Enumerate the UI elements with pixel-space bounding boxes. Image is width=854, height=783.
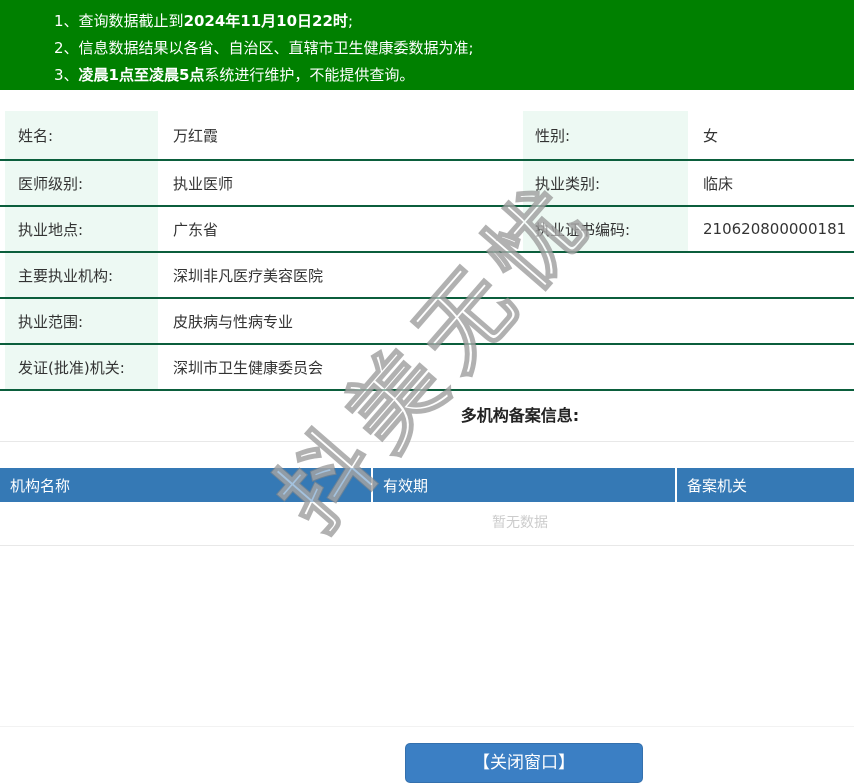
notice-banner: 1、查询数据截止到2024年11月10日22时; 2、信息数据结果以各省、自治区… — [0, 0, 854, 90]
filing-section: 多机构备案信息: — [0, 391, 854, 441]
notice-line-2: 2、信息数据结果以各省、自治区、直辖市卫生健康委数据为准; — [54, 35, 854, 62]
field-value-practice-scope: 皮肤病与性病专业 — [173, 312, 294, 331]
notice-line-3: 3、凌晨1点至凌晨5点系统进行维护，不能提供查询。 — [54, 62, 854, 89]
filing-section-title: 多机构备案信息: — [460, 406, 580, 425]
notice-number: 2、 — [54, 39, 79, 57]
field-label-practice-scope: 执业范围: — [5, 299, 158, 343]
button-row: 【关闭窗口】 — [0, 743, 854, 783]
field-label-main-institution: 主要执业机构: — [5, 253, 158, 297]
field-label-name: 姓名: — [5, 111, 158, 159]
table-row: 执业地点: 广东省 执业证书编码: 210620800000181 — [0, 207, 854, 253]
no-data-text: 暂无数据 — [492, 515, 548, 531]
column-header-institution-name: 机构名称 — [0, 468, 371, 502]
notice-text: 信息数据结果以各省、自治区、直辖市卫生健康委数据为准; — [78, 39, 474, 57]
field-label-practice-category: 执业类别: — [523, 161, 688, 205]
filing-table-header: 机构名称 有效期 备案机关 — [0, 468, 854, 502]
field-value-issuing-authority: 深圳市卫生健康委员会 — [173, 358, 324, 377]
field-label-issuing-authority: 发证(批准)机关: — [5, 345, 158, 389]
notice-line-1: 1、查询数据截止到2024年11月10日22时; — [54, 8, 854, 35]
field-label-doctor-level: 医师级别: — [5, 161, 158, 205]
notice-text: ; — [347, 12, 353, 30]
column-header-validity-period: 有效期 — [373, 468, 675, 502]
table-row: 主要执业机构: 深圳非凡医疗美容医院 — [0, 253, 854, 299]
field-value-gender: 女 — [703, 126, 719, 145]
field-value-doctor-level: 执业医师 — [173, 174, 234, 193]
field-value-certificate-number: 210620800000181 — [703, 220, 847, 238]
field-value-name: 万红霞 — [173, 126, 219, 145]
field-label-certificate-number: 执业证书编码: — [523, 207, 688, 251]
field-value-practice-location: 广东省 — [173, 220, 219, 239]
column-header-filing-authority: 备案机关 — [677, 468, 854, 502]
filing-empty-row: 暂无数据 — [0, 502, 854, 545]
field-value-practice-category: 临床 — [703, 174, 734, 193]
table-row: 姓名: 万红霞 性别: 女 — [0, 111, 854, 161]
field-label-gender: 性别: — [523, 111, 688, 159]
table-row: 执业范围: 皮肤病与性病专业 — [0, 299, 854, 345]
table-row: 发证(批准)机关: 深圳市卫生健康委员会 — [0, 345, 854, 391]
notice-number: 3、 — [54, 66, 79, 84]
table-row: 医师级别: 执业医师 执业类别: 临床 — [0, 161, 854, 207]
page: 1、查询数据截止到2024年11月10日22时; 2、信息数据结果以各省、自治区… — [0, 0, 854, 783]
notice-text: 查询数据截止到 — [78, 12, 184, 30]
field-label-practice-location: 执业地点: — [5, 207, 158, 251]
spacer — [0, 546, 854, 727]
notice-text-bold: 凌晨1点至凌晨5点 — [78, 66, 205, 84]
close-window-button[interactable]: 【关闭窗口】 — [405, 743, 643, 783]
notice-text-bold: 2024年11月10日22时 — [183, 12, 348, 30]
doctor-info-table: 姓名: 万红霞 性别: 女 医师级别: 执业医师 执业类别: 临床 执业地点: … — [0, 111, 854, 391]
field-value-main-institution: 深圳非凡医疗美容医院 — [173, 266, 324, 285]
notice-text: 系统进行维护，不能提供查询。 — [204, 66, 415, 84]
notice-number: 1、 — [54, 12, 79, 30]
